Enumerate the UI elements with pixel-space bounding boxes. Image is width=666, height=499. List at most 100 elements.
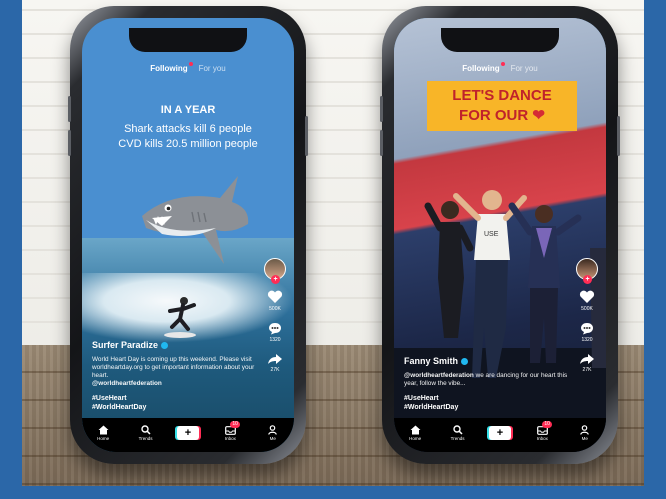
nav-home[interactable]: Home (88, 425, 118, 441)
notch (129, 28, 247, 52)
nav-me-label: Me (269, 436, 276, 441)
nav-home-label: Home (97, 436, 110, 441)
create-plus-icon[interactable]: + (176, 426, 199, 440)
like-count: 500K (269, 306, 281, 312)
username-row[interactable]: Surfer Paradize (92, 340, 262, 350)
heart-icon[interactable] (267, 290, 283, 304)
comment-count: 1320 (269, 337, 281, 343)
follow-plus-icon[interactable]: + (271, 275, 280, 284)
like-count: 500K (581, 306, 593, 312)
profile-icon (580, 425, 590, 435)
search-icon (452, 425, 463, 435)
bottom-nav: Home Trends + 10 Inbox Me (82, 418, 294, 452)
volume-up-button (68, 96, 71, 122)
create-plus-icon[interactable]: + (488, 426, 511, 440)
nav-create[interactable]: + (173, 426, 203, 440)
hashtag-2[interactable]: #WorldHeartDay (92, 403, 262, 412)
hashtags: #UseHeart #WorldHeartDay (404, 394, 574, 412)
nav-inbox-label: Inbox (536, 435, 548, 441)
action-rail: + 500K 1320 27K (572, 258, 602, 373)
comment-icon[interactable] (268, 322, 282, 335)
search-icon (140, 425, 151, 435)
like-action[interactable]: 500K (572, 290, 602, 312)
bottom-nav: Home Trends + 10 Inbox Me (394, 418, 606, 452)
nav-home[interactable]: Home (400, 425, 430, 441)
comment-count: 1320 (581, 337, 593, 343)
stat-heading: IN A YEAR (160, 104, 216, 116)
nav-create[interactable]: + (485, 426, 515, 440)
share-arrow-icon[interactable] (267, 353, 283, 365)
tab-for-you[interactable]: For you (511, 64, 538, 73)
nav-inbox[interactable]: 10 Inbox (527, 420, 557, 441)
inbox-badge: 10 (542, 420, 552, 428)
caption-mention[interactable]: @worldheartfederation (404, 372, 474, 379)
home-icon (98, 425, 109, 435)
like-action[interactable]: 500K (260, 290, 290, 312)
caption-description: World Heart Day is coming up this weeken… (92, 356, 255, 379)
banner-line-2: FOR OUR ❤ (459, 107, 545, 124)
comment-action[interactable]: 1320 (260, 322, 290, 343)
volume-down-button (68, 130, 71, 156)
caption-text: @worldheartfederation we are dancing for… (404, 372, 574, 388)
nav-me[interactable]: Me (258, 425, 288, 441)
surfer-figure (164, 297, 196, 338)
share-arrow-icon[interactable] (579, 353, 595, 365)
heart-icon: ❤ (532, 107, 545, 124)
tab-following[interactable]: Following (150, 64, 187, 73)
phone-right: Following For you LET'S DANCE FOR OUR ❤ U… (380, 6, 620, 464)
phone-screen: Following For you IN A YEAR Shark attacks… (82, 18, 294, 452)
live-dot (500, 62, 505, 66)
hashtag-1[interactable]: #UseHeart (404, 394, 574, 403)
follow-plus-icon[interactable]: + (583, 275, 592, 284)
caption-mention[interactable]: @worldheartfederation (92, 380, 162, 387)
dance-banner: LET'S DANCE FOR OUR ❤ (427, 81, 577, 131)
photo-frame: Following For you IN A YEAR Shark attacks… (22, 0, 644, 486)
nav-trends-label: Trends (450, 436, 465, 441)
shark-illustration (142, 176, 249, 264)
creator-avatar[interactable]: + (264, 258, 286, 284)
share-action[interactable]: 27K (572, 353, 602, 373)
feed-tabs: Following For you (82, 62, 294, 73)
phone-screen: Following For you LET'S DANCE FOR OUR ❤ U… (394, 18, 606, 452)
nav-inbox-label: Inbox (224, 435, 236, 441)
svg-text:USE: USE (484, 231, 499, 238)
username-row[interactable]: Fanny Smith (404, 356, 574, 366)
power-button (305, 116, 308, 156)
action-rail: + 500K 1320 27K (260, 258, 290, 373)
feed-tabs: Following For you (394, 62, 606, 73)
tab-for-you[interactable]: For you (199, 64, 226, 73)
hashtag-1[interactable]: #UseHeart (92, 394, 262, 403)
banner-line-1: LET'S DANCE (452, 87, 552, 104)
comment-action[interactable]: 1320 (572, 322, 602, 343)
notch (441, 28, 559, 52)
verified-badge-icon (161, 341, 169, 349)
stat-line-1: Shark attacks kill 6 people (124, 123, 252, 135)
create-plus-label: + (184, 427, 192, 439)
nav-trends[interactable]: Trends (443, 425, 473, 441)
stat-line-2: CVD kills 20.5 million people (118, 138, 258, 150)
video-caption: Surfer Paradize World Heart Day is comin… (92, 340, 262, 412)
stat-overlay: IN A YEAR Shark attacks kill 6 people CV… (82, 104, 294, 152)
volume-up-button (380, 96, 383, 122)
tab-following[interactable]: Following (462, 64, 499, 73)
video-caption: Fanny Smith @worldheartfederation we are… (404, 356, 574, 412)
nav-trends-label: Trends (138, 436, 153, 441)
creator-avatar[interactable]: + (576, 258, 598, 284)
username[interactable]: Fanny Smith (404, 356, 458, 366)
hashtags: #UseHeart #WorldHeartDay (92, 394, 262, 412)
nav-me[interactable]: Me (570, 425, 600, 441)
comment-icon[interactable] (580, 322, 594, 335)
username[interactable]: Surfer Paradize (92, 340, 158, 350)
profile-icon (268, 425, 278, 435)
hashtag-2[interactable]: #WorldHeartDay (404, 403, 574, 412)
caption-text: World Heart Day is coming up this weeken… (92, 356, 262, 388)
home-icon (410, 425, 421, 435)
nav-home-label: Home (409, 436, 422, 441)
nav-trends[interactable]: Trends (131, 425, 161, 441)
heart-icon[interactable] (579, 290, 595, 304)
nav-me-label: Me (581, 436, 588, 441)
share-action[interactable]: 27K (260, 353, 290, 373)
inbox-badge: 10 (230, 420, 240, 428)
power-button (617, 116, 620, 156)
nav-inbox[interactable]: 10 Inbox (215, 420, 245, 441)
